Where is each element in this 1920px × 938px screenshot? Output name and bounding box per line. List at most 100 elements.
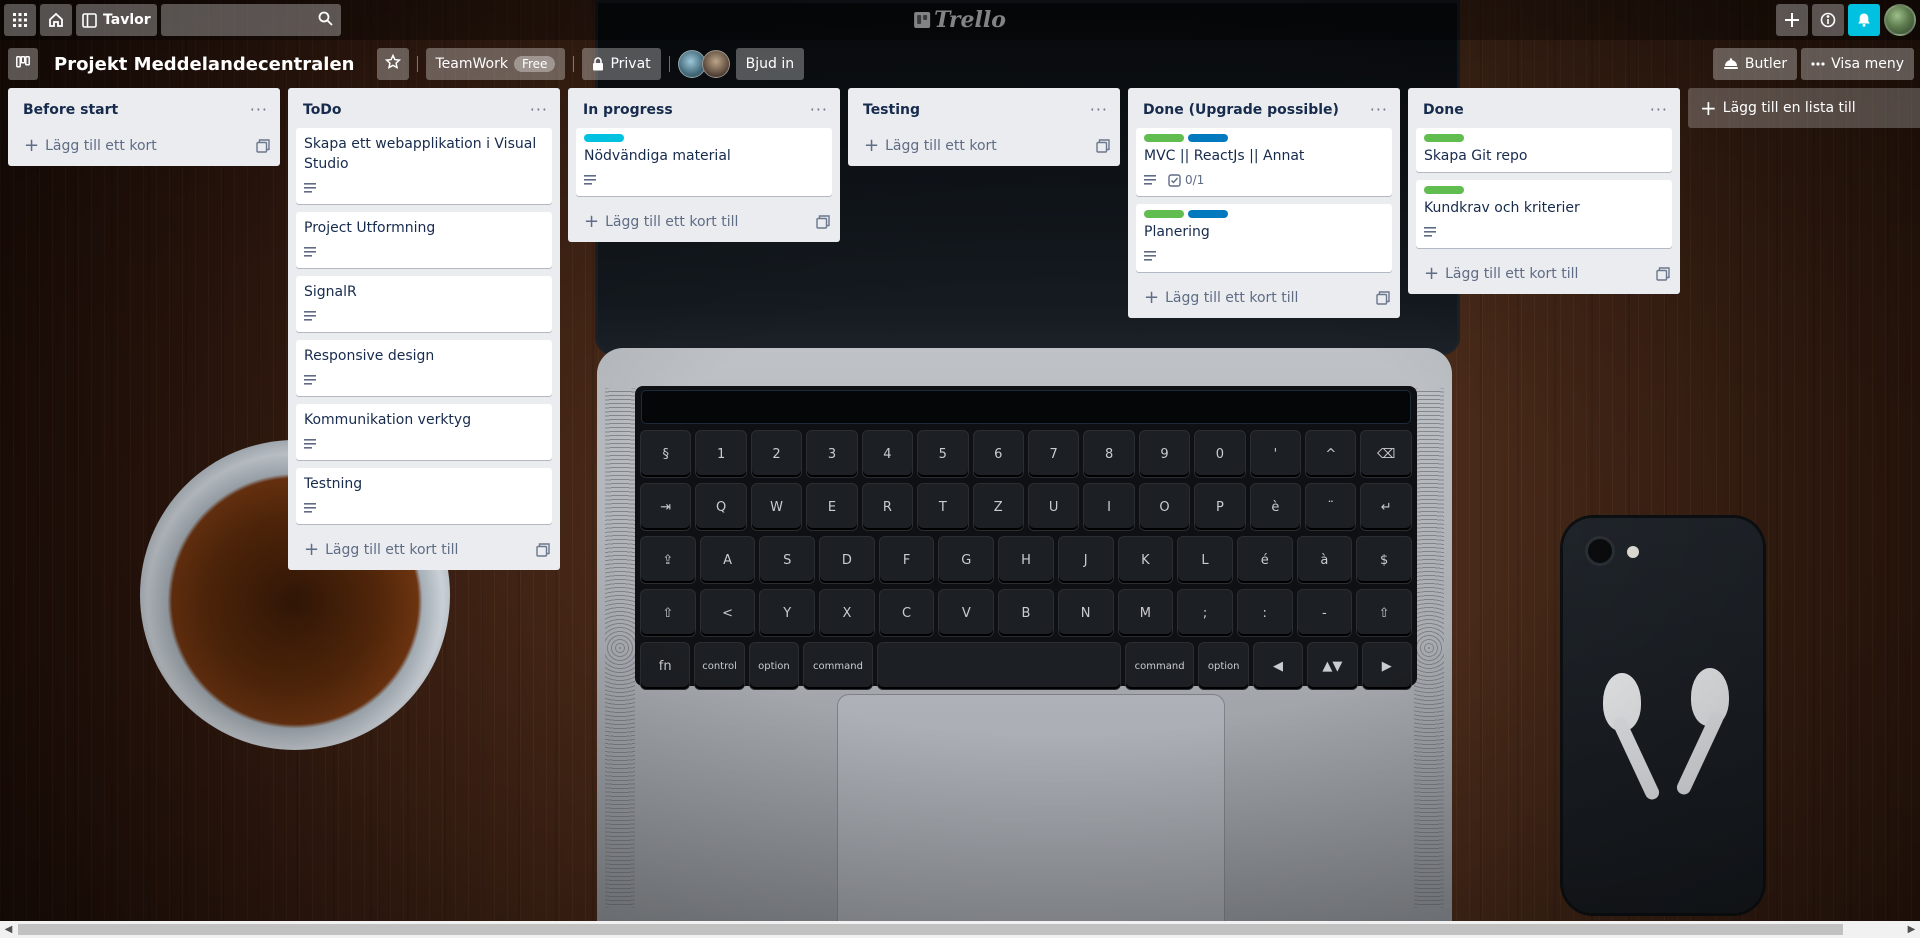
card-template-icon[interactable] <box>1374 289 1392 307</box>
card-title: Planering <box>1144 224 1210 240</box>
list-menu-icon[interactable]: ··· <box>1646 102 1672 118</box>
list-title[interactable]: Done (Upgrade possible) <box>1143 102 1339 118</box>
card-label[interactable] <box>1144 210 1184 218</box>
card-list: Skapa Git repo Kundkrav och kriterier <box>1408 128 1680 256</box>
plus-icon: + <box>1144 287 1160 308</box>
list-header: Testing ··· <box>848 88 1120 128</box>
card-labels <box>584 134 824 142</box>
card[interactable]: Kundkrav och kriterier <box>1416 180 1672 248</box>
card-label[interactable] <box>1144 134 1184 142</box>
add-card-button[interactable]: + Lägg till ett kort till <box>576 210 746 234</box>
card[interactable]: SignalR <box>296 276 552 332</box>
scroll-track[interactable] <box>17 921 1903 938</box>
card-badges <box>304 498 544 518</box>
invite-button[interactable]: Bjud in <box>735 48 805 80</box>
scroll-right-icon[interactable]: ▶ <box>1903 921 1920 938</box>
search-box[interactable] <box>160 4 341 36</box>
scroll-thumb[interactable] <box>18 924 1843 935</box>
list-title[interactable]: Done <box>1423 102 1464 118</box>
horizontal-scrollbar[interactable]: ◀ ▶ <box>0 921 1920 938</box>
card-badges <box>304 178 544 198</box>
card-label[interactable] <box>1424 186 1464 194</box>
visibility-button[interactable]: Privat <box>582 48 661 80</box>
list-title[interactable]: In progress <box>583 102 673 118</box>
card-label[interactable] <box>1188 210 1228 218</box>
search-icon[interactable] <box>318 11 333 30</box>
boards-button[interactable]: Tavlor <box>76 4 157 36</box>
card-label[interactable] <box>1188 134 1228 142</box>
boards-icon <box>82 12 97 28</box>
card-template-icon[interactable] <box>254 137 272 155</box>
card[interactable]: Kommunikation verktyg <box>296 404 552 460</box>
add-card-button[interactable]: + Lägg till ett kort <box>856 134 1005 158</box>
card[interactable]: Responsive design <box>296 340 552 396</box>
plus-icon: + <box>24 135 40 156</box>
list-header: In progress ··· <box>568 88 840 128</box>
user-avatar[interactable] <box>1884 4 1916 36</box>
list-footer: + Lägg till ett kort till <box>568 204 840 242</box>
search-input[interactable] <box>160 12 318 28</box>
butler-button[interactable]: Butler <box>1712 48 1798 80</box>
add-card-button[interactable]: + Lägg till ett kort <box>16 134 165 158</box>
card[interactable]: Testning <box>296 468 552 524</box>
list-menu-icon[interactable]: ··· <box>1086 102 1112 118</box>
card-label[interactable] <box>584 134 624 142</box>
add-card-label: Lägg till ett kort <box>45 138 157 154</box>
card[interactable]: MVC || ReactJs || Annat 0/1 <box>1136 128 1392 196</box>
card-list: Skapa ett webapplikation i Visual Studio… <box>288 128 560 532</box>
list-menu-icon[interactable]: ··· <box>806 102 832 118</box>
card-template-icon[interactable] <box>814 213 832 231</box>
board-view-switcher[interactable] <box>8 48 38 80</box>
add-card-button[interactable]: + Lägg till ett kort till <box>1136 286 1306 310</box>
card-template-icon[interactable] <box>1654 265 1672 283</box>
list-menu-icon[interactable]: ··· <box>1366 102 1392 118</box>
card-list: Nödvändiga material <box>568 128 840 204</box>
board-title[interactable]: Projekt Meddelandecentralen <box>46 48 363 80</box>
card-template-icon[interactable] <box>534 541 552 559</box>
list-menu-icon[interactable]: ··· <box>246 102 272 118</box>
card-title: SignalR <box>304 284 357 300</box>
card-badges <box>304 306 544 326</box>
card-label[interactable] <box>1424 134 1464 142</box>
info-button[interactable] <box>1812 4 1844 36</box>
card-template-icon[interactable] <box>1094 137 1112 155</box>
add-card-button[interactable]: + Lägg till ett kort till <box>1416 262 1586 286</box>
scroll-left-icon[interactable]: ◀ <box>0 921 17 938</box>
card-title: Kundkrav och kriterier <box>1424 200 1580 216</box>
description-icon <box>584 175 598 185</box>
team-button[interactable]: TeamWork Free <box>425 48 566 80</box>
star-button[interactable] <box>376 48 409 80</box>
apps-button[interactable] <box>4 4 36 36</box>
card[interactable]: Nödvändiga material <box>576 128 832 196</box>
notifications-button[interactable] <box>1848 4 1880 36</box>
list-menu-icon[interactable]: ··· <box>526 102 552 118</box>
card[interactable]: Skapa ett webapplikation i Visual Studio <box>296 128 552 204</box>
home-button[interactable] <box>40 4 72 36</box>
list-title[interactable]: Before start <box>23 102 118 118</box>
description-icon <box>304 247 318 257</box>
member-avatar[interactable] <box>701 50 730 78</box>
description-icon <box>1144 175 1158 185</box>
card[interactable]: Project Utformning <box>296 212 552 268</box>
card-badges: 0/1 <box>1144 170 1384 190</box>
add-list-label: Lägg till en lista till <box>1722 100 1856 116</box>
visibility-label: Privat <box>610 56 651 72</box>
show-menu-button[interactable]: Visa meny <box>1801 48 1914 80</box>
list-title[interactable]: ToDo <box>303 102 342 118</box>
card[interactable]: Planering <box>1136 204 1392 272</box>
add-list-button[interactable]: + Lägg till en lista till <box>1688 88 1920 128</box>
trello-logo-text: Trello <box>934 7 1006 33</box>
list-title[interactable]: Testing <box>863 102 920 118</box>
add-card-button[interactable]: + Lägg till ett kort till <box>296 538 466 562</box>
description-icon <box>304 311 318 321</box>
list-header: Done (Upgrade possible) ··· <box>1128 88 1400 128</box>
create-button[interactable] <box>1776 4 1808 36</box>
add-card-label: Lägg till ett kort till <box>1165 290 1299 306</box>
card-labels <box>1424 186 1664 194</box>
butler-label: Butler <box>1744 56 1788 72</box>
card[interactable]: Skapa Git repo <box>1416 128 1672 172</box>
top-header: Tavlor Trello <box>0 0 1920 40</box>
trello-logo[interactable]: Trello <box>914 7 1006 33</box>
card-labels <box>1144 210 1384 218</box>
divider <box>416 56 418 72</box>
